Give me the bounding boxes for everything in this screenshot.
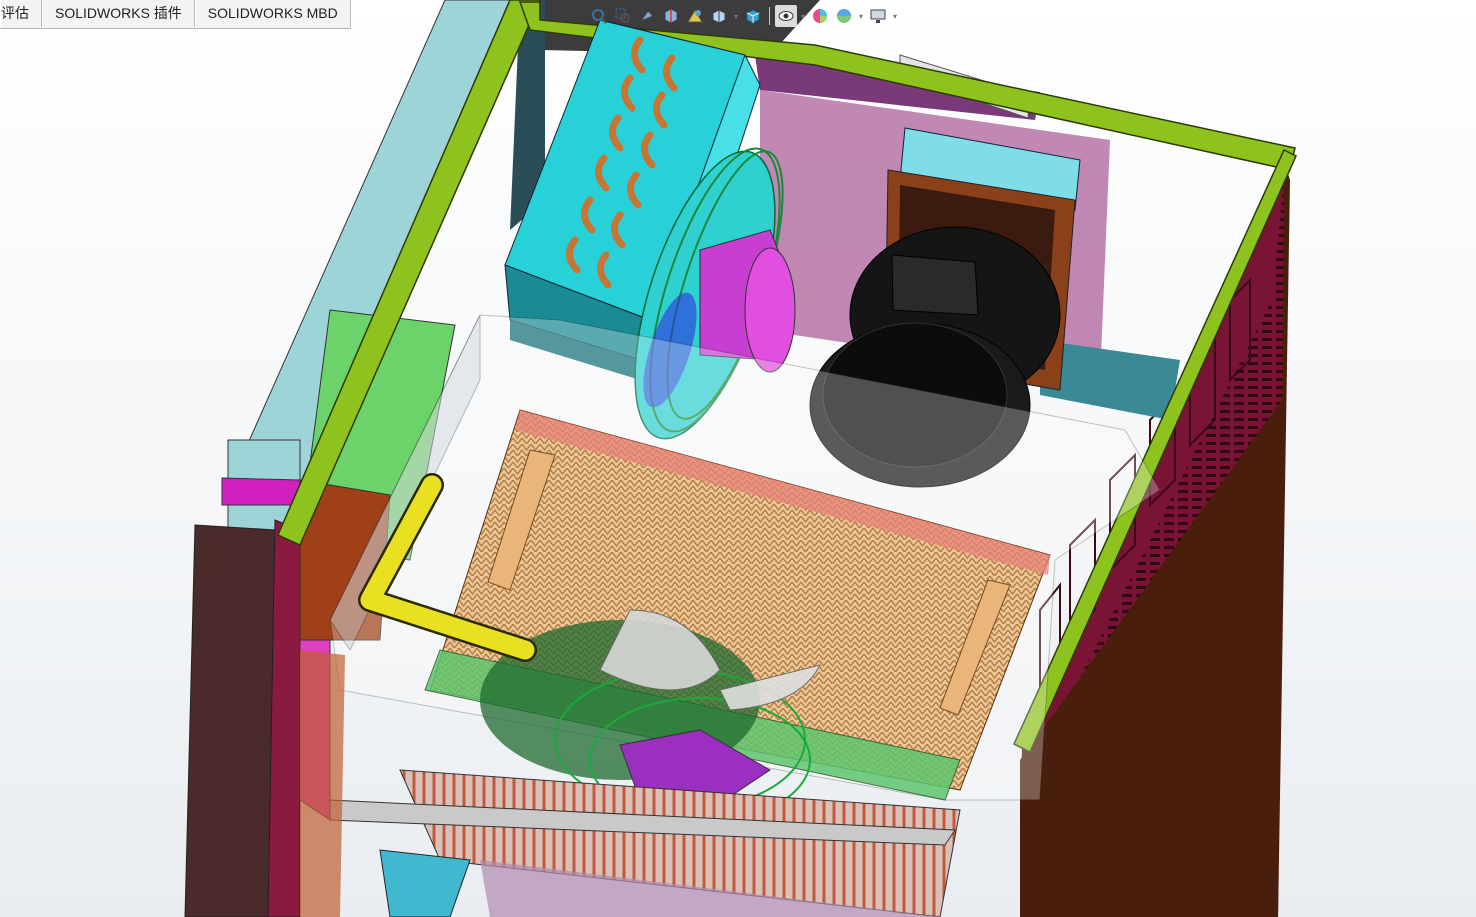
chevron-down-icon[interactable]: ▾ — [799, 12, 807, 21]
toolbar-divider — [769, 7, 770, 25]
graphics-viewport[interactable] — [0, 0, 1476, 917]
display-style-icon[interactable] — [742, 5, 764, 27]
chevron-down-icon[interactable]: ▾ — [857, 12, 865, 21]
view-orientation-icon[interactable] — [708, 5, 730, 27]
chevron-down-icon[interactable]: ▾ — [891, 12, 899, 21]
chevron-down-icon[interactable]: ▾ — [732, 12, 740, 21]
zoom-to-fit-icon[interactable] — [588, 5, 610, 27]
tab-evaluate[interactable]: 评估 — [0, 0, 42, 27]
dynamic-annotation-views-icon[interactable] — [684, 5, 706, 27]
previous-view-icon[interactable] — [636, 5, 658, 27]
tab-solidworks-addins[interactable]: SOLIDWORKS 插件 — [42, 0, 195, 27]
tab-solidworks-mbd[interactable]: SOLIDWORKS MBD — [194, 0, 351, 27]
section-view-icon[interactable] — [660, 5, 682, 27]
edit-appearance-icon[interactable] — [809, 5, 831, 27]
zoom-to-area-icon[interactable] — [612, 5, 634, 27]
heads-up-view-toolbar: ▾ ▾ ▾ ▾ — [588, 4, 899, 28]
command-manager-tabs: 评估 SOLIDWORKS 插件 SOLIDWORKS MBD — [0, 0, 351, 29]
hide-show-items-icon[interactable] — [775, 5, 797, 27]
view-settings-icon[interactable] — [867, 5, 889, 27]
apply-scene-icon[interactable] — [833, 5, 855, 27]
